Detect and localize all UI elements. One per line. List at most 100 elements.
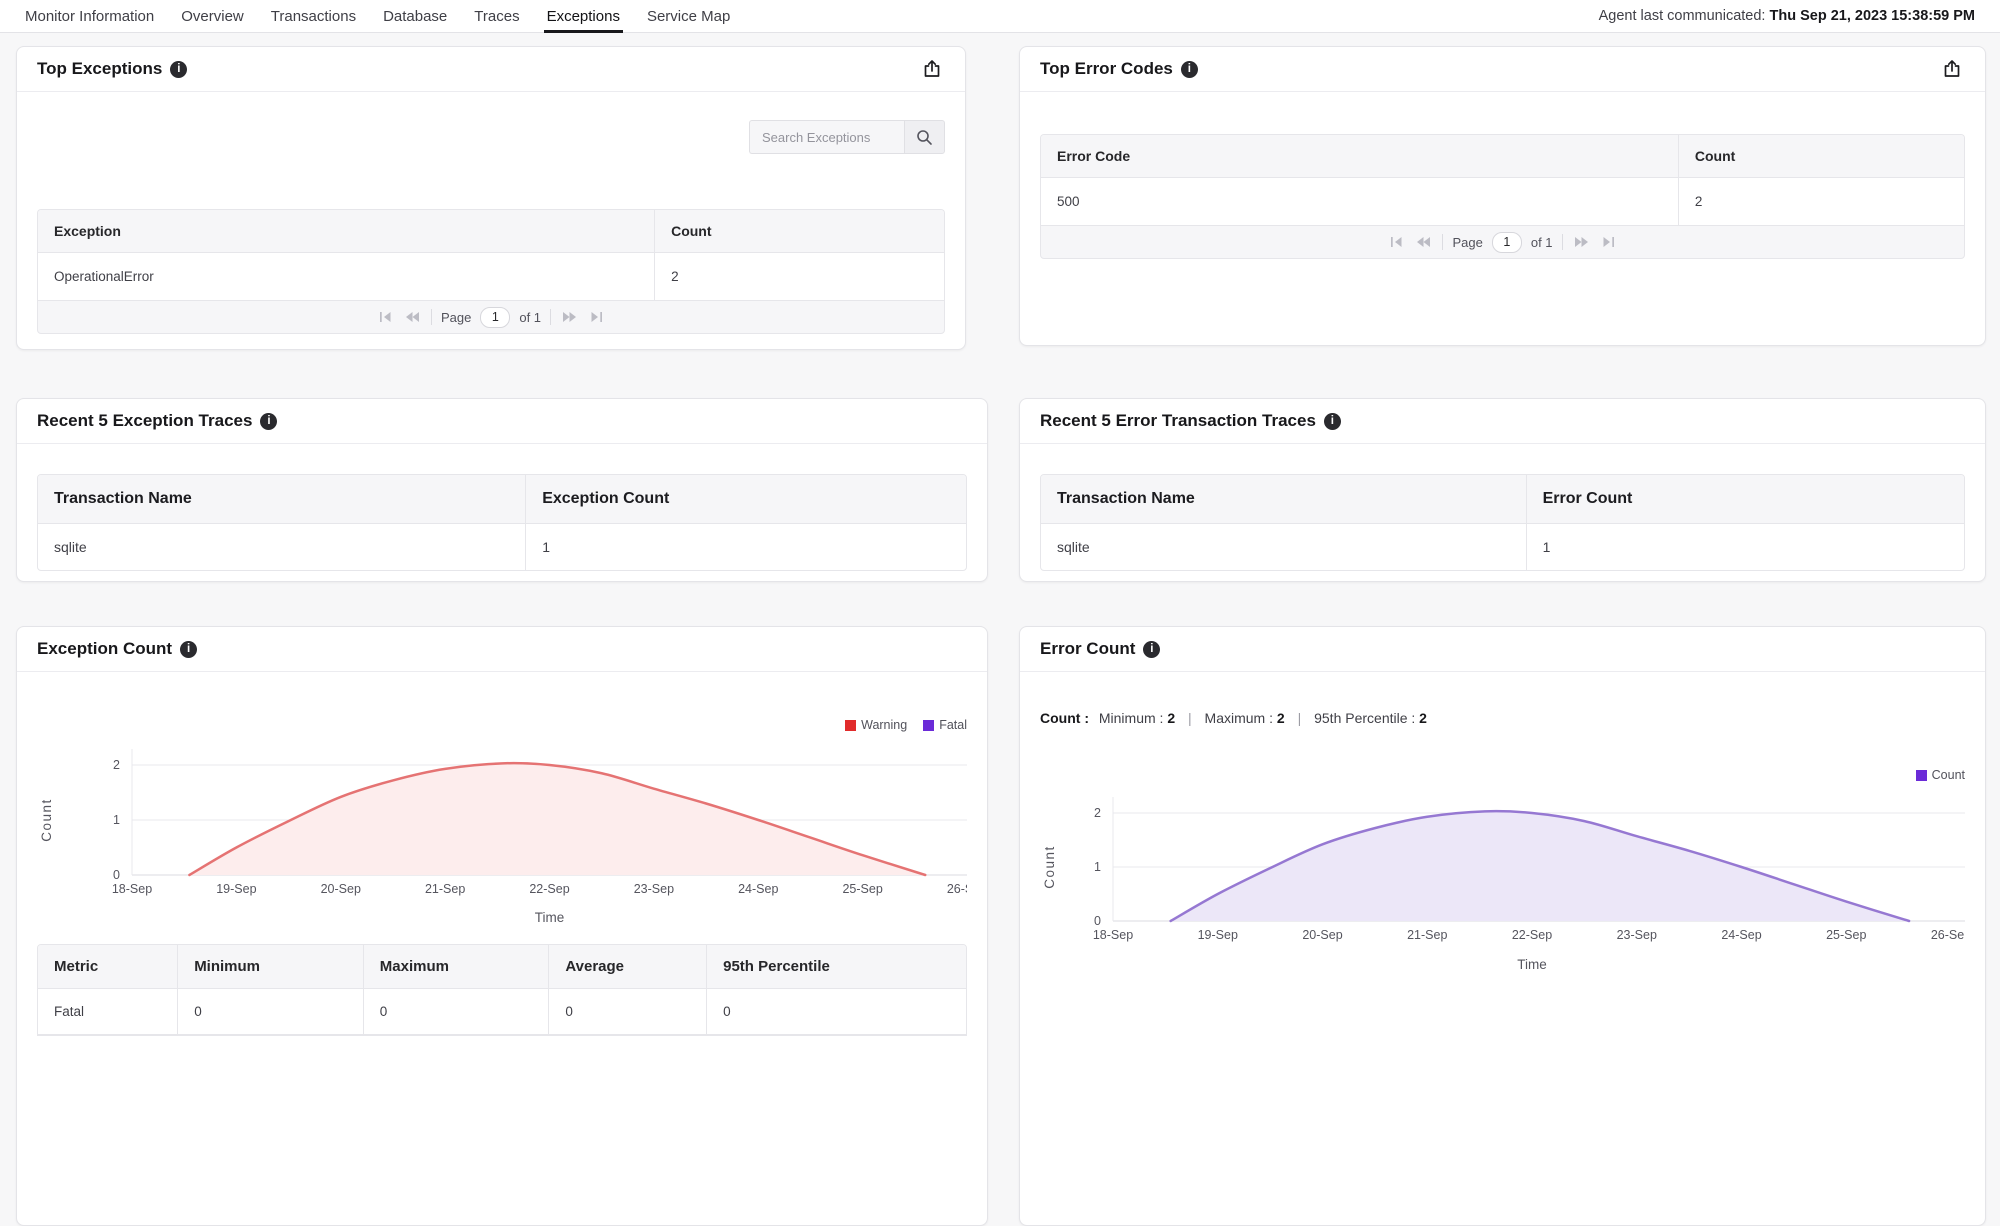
table-row[interactable]: 500 2 — [1041, 178, 1964, 225]
svg-text:23-Sep: 23-Sep — [634, 882, 674, 896]
tab-database[interactable]: Database — [383, 0, 447, 33]
svg-text:22-Sep: 22-Sep — [529, 882, 569, 896]
top-nav: Monitor Information Overview Transaction… — [0, 0, 2000, 33]
metric-cell: Fatal — [38, 989, 177, 1035]
prev-page-icon[interactable] — [403, 311, 422, 323]
next-page-icon[interactable] — [560, 311, 579, 323]
top-exceptions-card: Top Exceptions i — [16, 46, 966, 350]
svg-text:23-Sep: 23-Sep — [1617, 928, 1657, 942]
svg-text:Time: Time — [535, 910, 565, 925]
info-icon[interactable]: i — [180, 641, 197, 658]
column-header-transaction-name: Transaction Name — [1041, 475, 1526, 524]
svg-text:19-Sep: 19-Sep — [1198, 928, 1238, 942]
column-header-error-count: Error Count — [1526, 475, 1964, 524]
svg-text:Count: Count — [39, 798, 54, 842]
page-number-input[interactable] — [480, 307, 510, 328]
svg-text:20-Sep: 20-Sep — [1302, 928, 1342, 942]
table-row: Fatal 0 0 0 0 — [38, 989, 966, 1035]
info-icon[interactable]: i — [260, 413, 277, 430]
tab-transactions[interactable]: Transactions — [271, 0, 356, 33]
exception-count-cell: 2 — [654, 253, 944, 300]
divider: | — [1188, 710, 1192, 726]
search-input[interactable] — [749, 120, 904, 154]
agent-time: Thu Sep 21, 2023 15:38:59 PM — [1769, 8, 1975, 24]
transaction-name-cell: sqlite — [1041, 524, 1526, 570]
column-header-count: Count — [654, 210, 944, 253]
export-icon[interactable] — [919, 56, 945, 82]
next-page-icon[interactable] — [1572, 236, 1591, 248]
of-label: of 1 — [519, 310, 541, 325]
last-page-icon[interactable] — [588, 311, 605, 323]
error-count-cell: 2 — [1678, 178, 1964, 225]
prev-page-icon[interactable] — [1414, 236, 1433, 248]
column-header-average: Average — [548, 945, 706, 989]
svg-text:24-Sep: 24-Sep — [738, 882, 778, 896]
table-row[interactable]: sqlite 1 — [38, 524, 966, 570]
top-exceptions-table: Exception Count OperationalError 2 — [37, 209, 945, 300]
agent-label: Agent last communicated: — [1599, 8, 1766, 24]
column-header-transaction-name: Transaction Name — [38, 475, 525, 524]
legend-swatch-warning — [845, 720, 856, 731]
divider — [1442, 234, 1443, 250]
page-number-input[interactable] — [1492, 232, 1522, 253]
last-page-icon[interactable] — [1600, 236, 1617, 248]
page-label: Page — [1452, 235, 1482, 250]
error-count-chart[interactable]: 01218-Sep19-Sep20-Sep21-Sep22-Sep23-Sep2… — [1040, 788, 1965, 990]
top-error-codes-card: Top Error Codes i Error Code Count 500 2 — [1019, 46, 1986, 346]
exception-count-chart[interactable]: 01218-Sep19-Sep20-Sep21-Sep22-Sep23-Sep2… — [37, 737, 967, 929]
legend-fatal[interactable]: Fatal — [923, 718, 967, 732]
svg-text:0: 0 — [113, 868, 120, 882]
first-page-icon[interactable] — [377, 311, 394, 323]
table-row[interactable]: sqlite 1 — [1041, 524, 1964, 570]
search-exceptions-box — [749, 120, 945, 154]
of-label: of 1 — [1531, 235, 1553, 250]
svg-text:1: 1 — [1094, 860, 1101, 874]
exception-count-card: Exception Count i Warning Fatal 01218-Se… — [16, 626, 988, 1226]
stats-p95-label: 95th Percentile : — [1314, 710, 1415, 726]
svg-text:25-Sep: 25-Sep — [842, 882, 882, 896]
average-cell: 0 — [548, 989, 706, 1035]
legend-label: Count — [1932, 768, 1965, 782]
exception-metrics-table: Metric Minimum Maximum Average 95th Perc… — [37, 944, 967, 1036]
card-title-recent-error-traces: Recent 5 Error Transaction Traces — [1040, 411, 1316, 431]
table-row[interactable]: OperationalError 2 — [38, 253, 944, 300]
info-icon[interactable]: i — [1143, 641, 1160, 658]
tab-service-map[interactable]: Service Map — [647, 0, 730, 33]
stats-min-label: Minimum : — [1099, 710, 1164, 726]
error-code-cell: 500 — [1041, 178, 1678, 225]
info-icon[interactable]: i — [1324, 413, 1341, 430]
tab-exceptions[interactable]: Exceptions — [547, 0, 620, 33]
tab-traces[interactable]: Traces — [474, 0, 519, 33]
legend-label: Fatal — [939, 718, 967, 732]
svg-text:Time: Time — [1517, 957, 1547, 972]
stats-metric-name: Count : — [1040, 710, 1089, 726]
tab-overview[interactable]: Overview — [181, 0, 244, 33]
card-title-top-exceptions: Top Exceptions — [37, 59, 162, 79]
minimum-cell: 0 — [177, 989, 363, 1035]
legend-swatch-fatal — [923, 720, 934, 731]
column-header-count: Count — [1678, 135, 1964, 178]
maximum-cell: 0 — [363, 989, 549, 1035]
svg-text:18-Sep: 18-Sep — [112, 882, 152, 896]
first-page-icon[interactable] — [1388, 236, 1405, 248]
chart-legend: Warning Fatal — [37, 718, 967, 732]
error-count-card: Error Count i Count : Minimum : 2 | Maxi… — [1019, 626, 1986, 1226]
column-header-metric: Metric — [38, 945, 177, 989]
svg-text:21-Sep: 21-Sep — [1407, 928, 1447, 942]
stats-p95-value: 2 — [1419, 710, 1427, 726]
chart-legend: Count — [1040, 768, 1965, 782]
svg-text:20-Sep: 20-Sep — [321, 882, 361, 896]
export-icon[interactable] — [1939, 56, 1965, 82]
search-icon[interactable] — [904, 120, 945, 154]
tab-monitor-information[interactable]: Monitor Information — [25, 0, 154, 33]
stats-min-value: 2 — [1167, 710, 1175, 726]
divider — [1562, 234, 1563, 250]
info-icon[interactable]: i — [170, 61, 187, 78]
legend-label: Warning — [861, 718, 907, 732]
column-header-maximum: Maximum — [363, 945, 549, 989]
info-icon[interactable]: i — [1181, 61, 1198, 78]
legend-warning[interactable]: Warning — [845, 718, 907, 732]
card-title-top-error-codes: Top Error Codes — [1040, 59, 1173, 79]
legend-count[interactable]: Count — [1916, 768, 1965, 782]
stats-max-value: 2 — [1277, 710, 1285, 726]
